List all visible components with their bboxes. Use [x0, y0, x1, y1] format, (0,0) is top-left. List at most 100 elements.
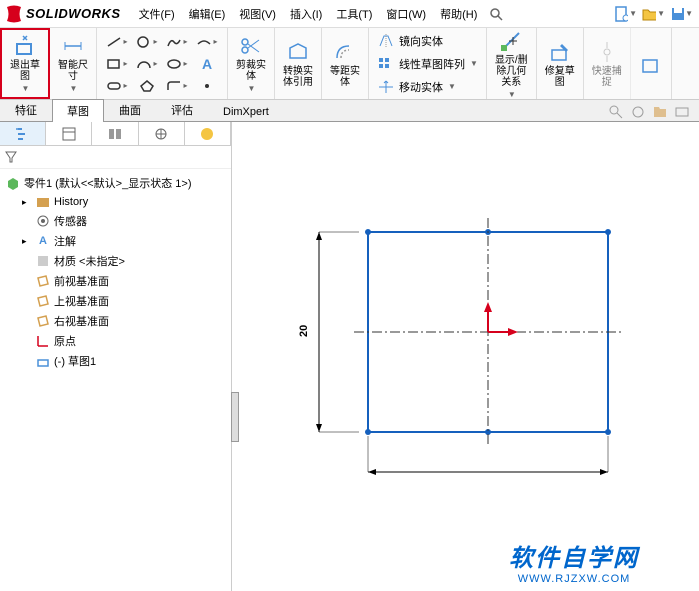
offset-button[interactable]: 等距实 体	[328, 38, 362, 90]
exit-sketch-group: 退出草 图 ▼	[0, 28, 50, 99]
convert-icon	[286, 40, 310, 64]
dimension-value: 20	[298, 325, 310, 337]
panel-tab-property[interactable]	[46, 122, 92, 145]
watermark-title: 软件自学网	[509, 538, 639, 573]
app-logo: SOLIDWORKS	[4, 5, 121, 23]
search-view-icon[interactable]	[607, 103, 625, 121]
plane-icon	[36, 314, 50, 328]
tab-features[interactable]: 特征	[0, 98, 52, 121]
tree-material[interactable]: 材质 <未指定>	[4, 251, 227, 271]
menu-help[interactable]: 帮助(H)	[434, 2, 483, 26]
panel-tab-tree[interactable]	[0, 122, 46, 145]
repair-group: 修复草 图	[537, 28, 584, 99]
last-group	[631, 28, 672, 99]
repair-icon	[548, 40, 572, 64]
scissors-icon	[239, 34, 263, 58]
slot-tool[interactable]: ▸	[103, 76, 131, 96]
polygon-tool[interactable]	[133, 76, 161, 96]
trim-button[interactable]: 剪裁实 体 ▼	[234, 32, 268, 95]
tree-sensor[interactable]: 传感器	[4, 211, 227, 231]
menu-view[interactable]: 视图(V)	[233, 2, 282, 26]
panel-tab-dim[interactable]	[139, 122, 185, 145]
tab-dimxpert[interactable]: DimXpert	[208, 102, 284, 121]
exit-sketch-button[interactable]: 退出草 图 ▼	[8, 32, 42, 95]
menu-insert[interactable]: 插入(I)	[284, 2, 328, 26]
smart-dim-button[interactable]: 智能尺 寸 ▼	[56, 32, 90, 95]
panel-tab-config[interactable]	[92, 122, 138, 145]
last-button[interactable]	[637, 50, 665, 78]
menu-search-icon[interactable]	[489, 7, 503, 21]
menu-file[interactable]: 文件(F)	[133, 2, 181, 26]
open-doc-button[interactable]: ▼	[641, 3, 665, 25]
tree-root[interactable]: 零件1 (默认<<默认>_显示状态 1>)	[4, 173, 227, 193]
panel-tab-appearance[interactable]	[185, 122, 231, 145]
origin-icon	[36, 334, 50, 348]
filter-icon[interactable]	[4, 150, 227, 164]
tab-surface[interactable]: 曲面	[104, 98, 156, 121]
feature-tree-panel: 零件1 (默认<<默认>_显示状态 1>) ▸History 传感器 ▸A注解 …	[0, 122, 232, 591]
offset-icon	[333, 40, 357, 64]
circle-tool[interactable]: ▸	[133, 32, 161, 52]
quick-snap-button: 快速捕 捉	[590, 38, 624, 90]
tree-origin[interactable]: 原点	[4, 331, 227, 351]
menu-bar: SOLIDWORKS 文件(F) 编辑(E) 视图(V) 插入(I) 工具(T)…	[0, 0, 699, 28]
text-tool[interactable]: A	[193, 54, 221, 74]
sketch-icon	[36, 354, 50, 368]
spline-tool2[interactable]: ▸	[193, 32, 221, 52]
tab-sketch[interactable]: 草图	[52, 99, 104, 122]
book-icon[interactable]	[651, 103, 669, 121]
annotation-icon: A	[36, 234, 50, 248]
linear-pattern-button[interactable]: 线性草图阵列▼	[377, 53, 478, 75]
filter-row	[0, 146, 231, 169]
dropdown-icon: ▼	[22, 84, 30, 93]
rect-tool[interactable]: ▸	[103, 54, 131, 74]
dropdown-icon: ▼	[70, 84, 78, 93]
plane-icon	[36, 274, 50, 288]
watermark: 软件自学网 WWW.RJZXW.COM	[509, 538, 639, 585]
logo-icon	[4, 5, 24, 23]
menu-right-tools: ▼ ▼ ▼	[613, 3, 699, 25]
watermark-url: WWW.RJZXW.COM	[509, 573, 639, 585]
tree-right-plane[interactable]: 右视基准面	[4, 311, 227, 331]
fillet-tool[interactable]: ▸	[163, 76, 191, 96]
save-button[interactable]: ▼	[669, 3, 693, 25]
repair-button[interactable]: 修复草 图	[543, 38, 577, 90]
view-icon[interactable]	[673, 103, 691, 121]
tree-sketch1[interactable]: (-) 草图1	[4, 351, 227, 371]
graphics-area[interactable]: 20	[239, 122, 699, 591]
spline-tool[interactable]: ▸	[163, 32, 191, 52]
menu-tools[interactable]: 工具(T)	[330, 2, 378, 26]
main-area: 零件1 (默认<<默认>_显示状态 1>) ▸History 传感器 ▸A注解 …	[0, 122, 699, 591]
ribbon: 退出草 图 ▼ 智能尺 寸 ▼ ▸ ▸ ▸ ▸ ▸ ▸ ▸ A ▸ ▸ 剪裁实	[0, 28, 699, 100]
relations-group: 显示/删 除几何 关系 ▼	[487, 28, 537, 99]
arc-tool[interactable]: ▸	[133, 54, 161, 74]
mirror-button[interactable]: 镜向实体	[377, 30, 443, 52]
mirror-icon	[377, 32, 395, 50]
tree-top-plane[interactable]: 上视基准面	[4, 291, 227, 311]
splitter-handle[interactable]	[231, 392, 239, 442]
menu-edit[interactable]: 编辑(E)	[183, 2, 232, 26]
pattern-icon	[377, 55, 395, 73]
pattern-group: 镜向实体 线性草图阵列▼ 移动实体▼	[369, 28, 487, 99]
new-doc-button[interactable]: ▼	[613, 3, 637, 25]
tree-history[interactable]: ▸History	[4, 193, 227, 211]
display-delete-button[interactable]: 显示/删 除几何 关系 ▼	[493, 27, 530, 101]
sketch-drawing: 20	[299, 222, 659, 572]
smart-dim-icon	[61, 34, 85, 58]
menu-window[interactable]: 窗口(W)	[380, 2, 432, 26]
feature-tree: 零件1 (默认<<默认>_显示状态 1>) ▸History 传感器 ▸A注解 …	[0, 169, 231, 591]
sensor-icon	[36, 214, 50, 228]
zoom-icon[interactable]	[629, 103, 647, 121]
point-tool[interactable]	[193, 76, 221, 96]
tab-evaluate[interactable]: 评估	[156, 98, 208, 121]
line-tool[interactable]: ▸	[103, 32, 131, 52]
move-button[interactable]: 移动实体▼	[377, 76, 456, 98]
ellipse-tool[interactable]: ▸	[163, 54, 191, 74]
logo-text: SOLIDWORKS	[26, 6, 121, 21]
tree-front-plane[interactable]: 前视基准面	[4, 271, 227, 291]
tree-annotation[interactable]: ▸A注解	[4, 231, 227, 251]
quick-snap-group: 快速捕 捉	[584, 28, 631, 99]
convert-button[interactable]: 转换实 体引用	[281, 38, 315, 90]
material-icon	[36, 254, 50, 268]
relations-icon	[499, 29, 523, 53]
